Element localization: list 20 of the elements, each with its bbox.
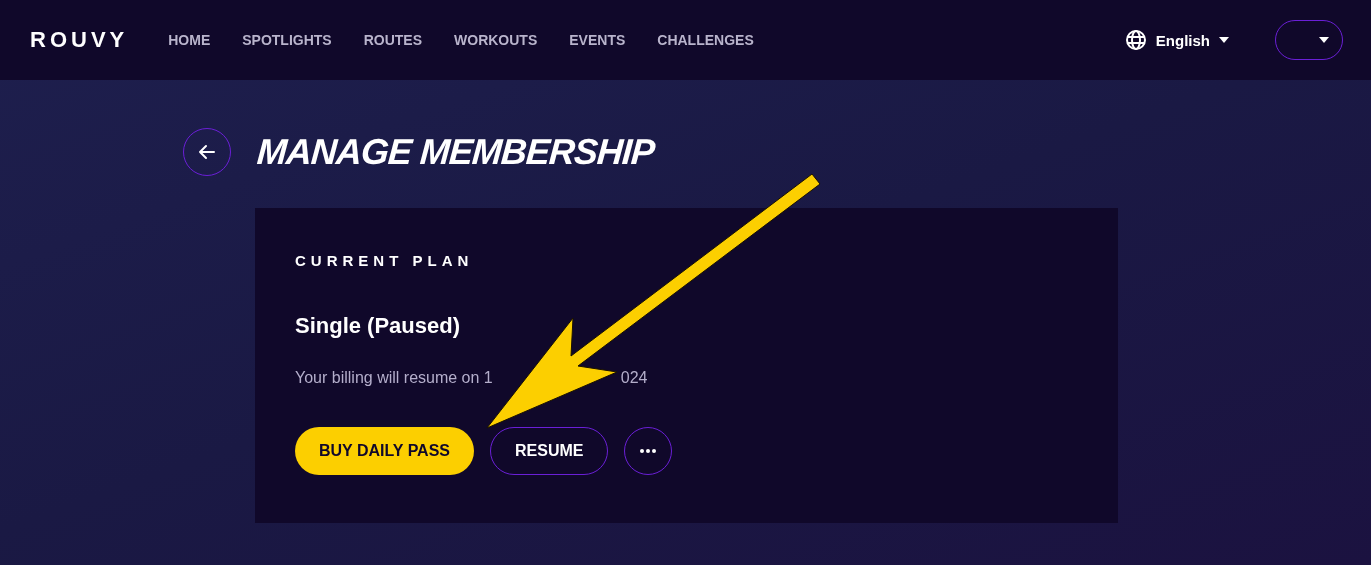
billing-text: 024 xyxy=(620,369,648,387)
nav-link[interactable]: ROUTES xyxy=(363,32,423,48)
caret-icon xyxy=(1219,37,1229,43)
nav-link[interactable]: SPOTLIGHTS xyxy=(242,32,332,48)
globe-icon xyxy=(1124,29,1147,51)
billing-text: Your billing will resume on 1 xyxy=(295,369,493,387)
section-heading: CURRENT PLAN xyxy=(295,252,475,269)
logo[interactable]: ROUVY xyxy=(30,27,129,53)
page-title: MANAGE MEMBERSHIP xyxy=(255,131,656,173)
nav-link[interactable]: EVENTS xyxy=(569,32,626,48)
caret-icon xyxy=(1319,37,1329,43)
nav-link[interactable]: HOME xyxy=(168,32,211,48)
more-icon xyxy=(640,449,657,453)
language-selector[interactable]: English xyxy=(1124,29,1229,51)
plan-name: Single (Paused) xyxy=(295,313,462,339)
back-arrow-icon xyxy=(198,144,216,160)
language-label: English xyxy=(1155,31,1210,49)
nav-link[interactable]: CHALLENGES xyxy=(657,32,754,48)
nav-link[interactable]: WORKOUTS xyxy=(454,32,538,48)
buy-pass-button[interactable]: BUY DAILY PASS xyxy=(295,427,474,475)
